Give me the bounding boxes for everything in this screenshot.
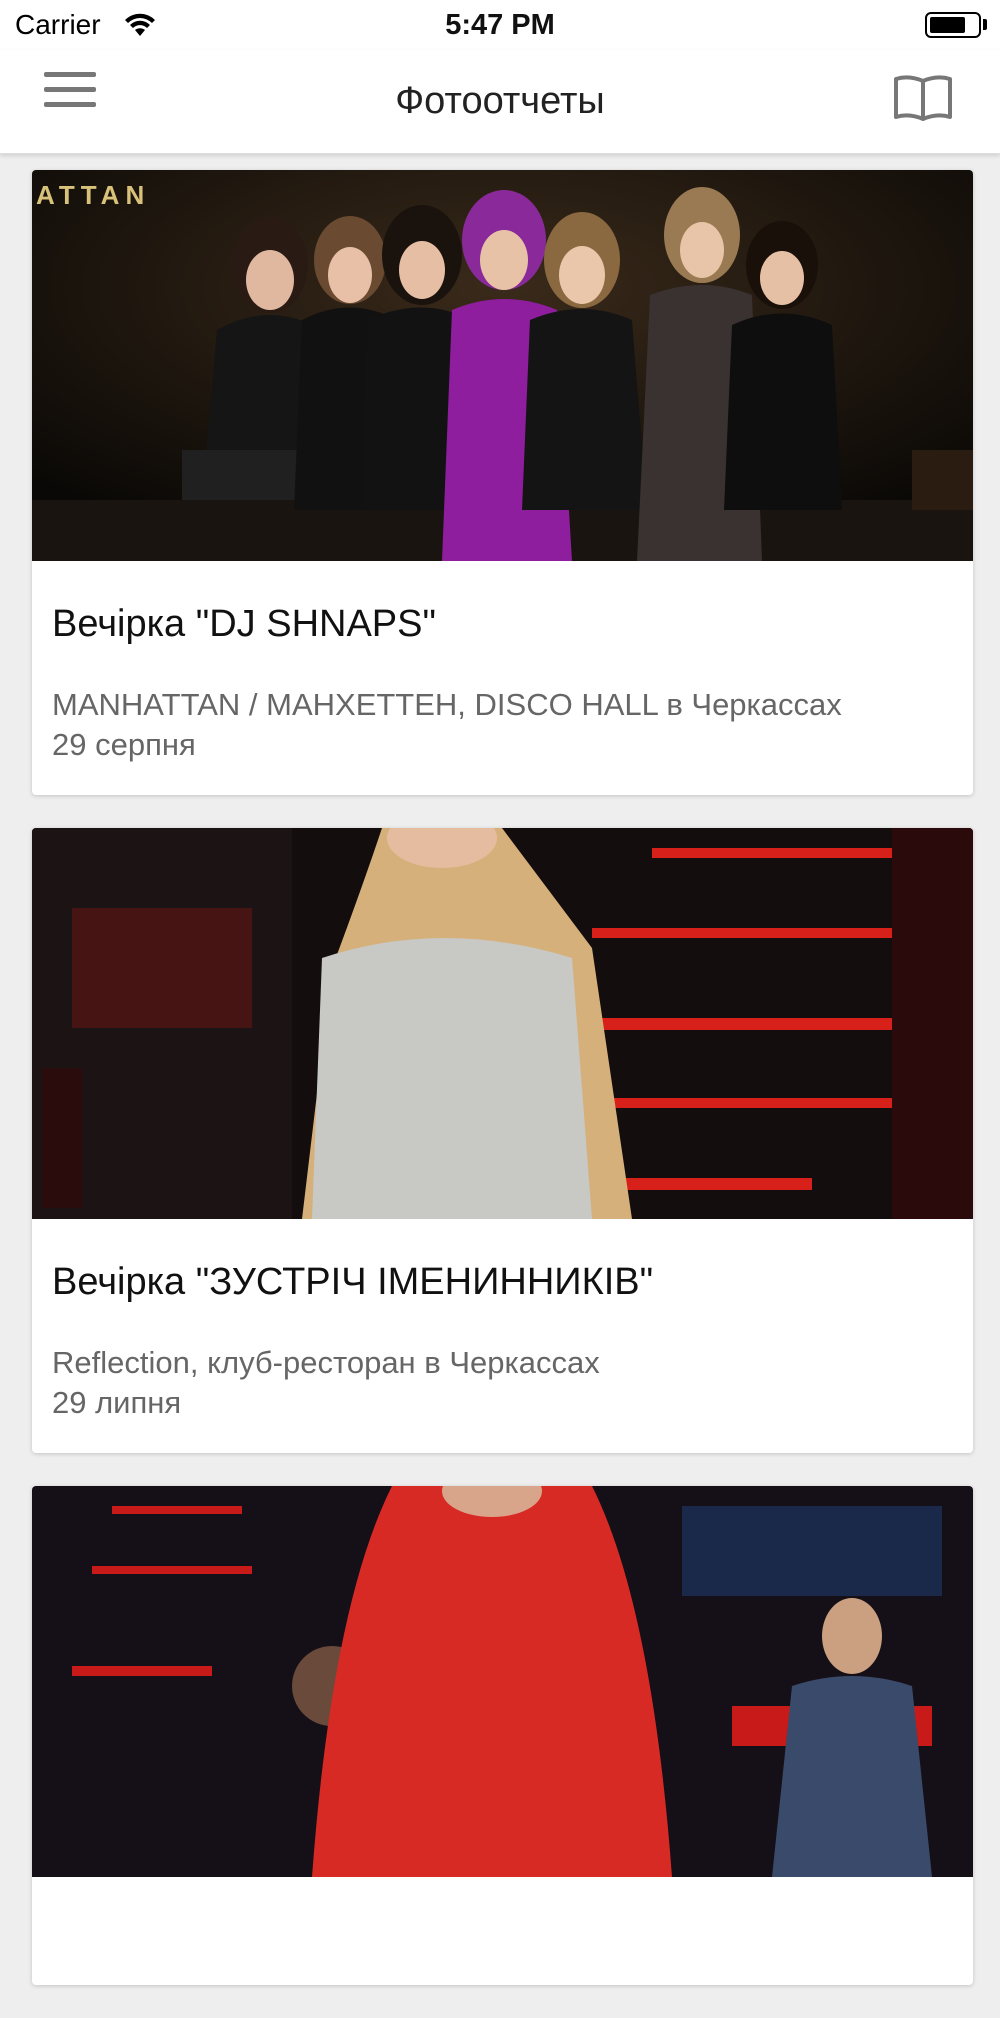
- event-photo[interactable]: [32, 828, 973, 1219]
- event-photo[interactable]: ATTAN: [32, 170, 973, 561]
- sign-text: ATTAN: [36, 180, 150, 210]
- photo-report-feed: ATTAN Вечірка "DJ SHNAPS" MANHATTAN / МА: [32, 170, 973, 2018]
- navigation-bar: Фотоотчеты: [0, 50, 1000, 154]
- book-icon[interactable]: [893, 74, 953, 122]
- event-venue: Reflection, клуб-ресторан в Черкассах: [52, 1345, 600, 1380]
- status-bar: Carrier 5:47 PM: [0, 0, 1000, 50]
- event-card[interactable]: [32, 1486, 973, 1985]
- event-card[interactable]: ATTAN Вечірка "DJ SHNAPS" MANHATTAN / МА: [32, 170, 973, 795]
- event-photo-image: ATTAN: [32, 170, 973, 561]
- battery-tip: [983, 19, 987, 30]
- event-date: 29 липня: [52, 1385, 182, 1420]
- event-title: Вечірка "DJ SHNAPS": [52, 603, 436, 645]
- event-card[interactable]: Вечірка "ЗУСТРІЧ ІМЕНИННИКІВ" Reflection…: [32, 828, 973, 1453]
- event-photo[interactable]: [32, 1486, 973, 1877]
- event-date: 29 серпня: [52, 727, 196, 762]
- event-venue: MANHATTAN / МАНХЕТТЕН, DISCO HALL в Черк…: [52, 687, 842, 722]
- clock: 5:47 PM: [445, 9, 555, 41]
- event-title: Вечірка "ЗУСТРІЧ ІМЕНИННИКІВ": [52, 1261, 654, 1303]
- battery-level: [930, 17, 965, 33]
- event-photo-image: [32, 1486, 973, 1877]
- page-title: Фотоотчеты: [395, 80, 605, 122]
- battery-icon: [925, 12, 981, 38]
- event-photo-image: [32, 828, 973, 1219]
